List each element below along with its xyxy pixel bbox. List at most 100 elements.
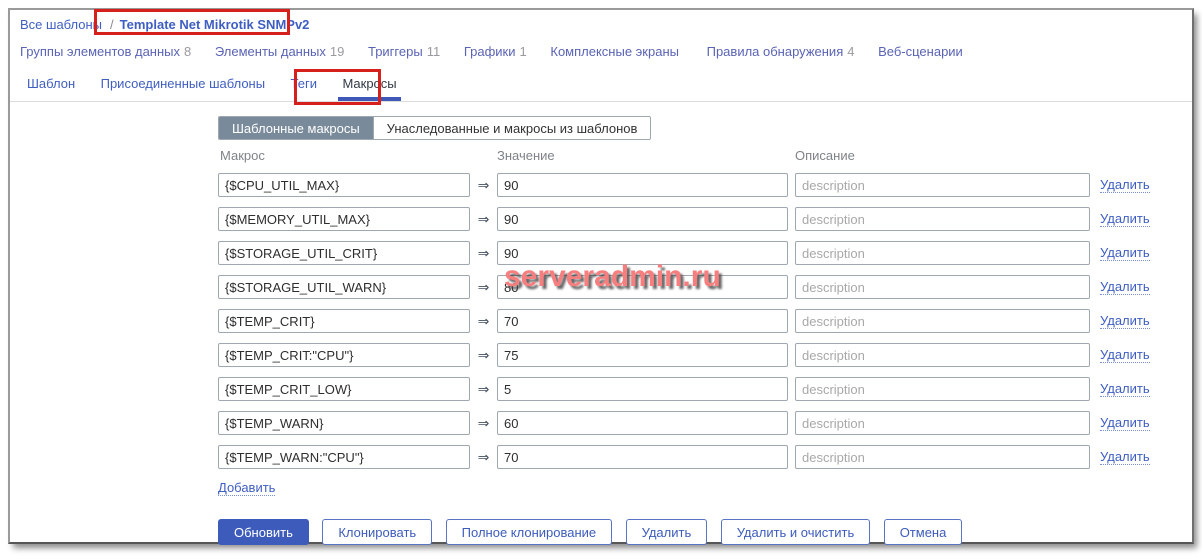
breadcrumb-all-templates-link[interactable]: Все шаблоны [20,17,102,32]
remove-macro-link[interactable]: Удалить [1100,245,1150,261]
nav-item-count: 19 [330,44,344,59]
macro-input[interactable] [218,275,470,299]
nav-item: Элементы данных 19 [215,44,344,59]
breadcrumb-template-name: Template Net Mikrotik SNMPv2 [120,17,310,32]
remove-macro-link[interactable]: Удалить [1100,381,1150,397]
macro-row: ⇒ Удалить [218,445,1150,469]
macro-input[interactable] [218,411,470,435]
macro-row: ⇒ Удалить [218,207,1150,231]
macro-value-input[interactable] [497,377,788,401]
macro-value-input[interactable] [497,411,788,435]
template-macros-toggle[interactable]: Шаблонные макросы [219,117,373,139]
nav-item: Веб-сценарии [878,44,967,59]
arrow-icon: ⇒ [470,245,497,262]
macro-description-input[interactable] [795,411,1090,435]
nav-item-link[interactable]: Комплексные экраны [550,44,679,59]
nav-item: Комплексные экраны [550,44,683,59]
tab[interactable]: Шаблон [25,72,77,101]
macro-row: ⇒ Удалить [218,275,1150,299]
macro-value-input[interactable] [497,275,788,299]
macro-value-input[interactable] [497,173,788,197]
nav-item-link[interactable]: Графики [464,44,516,59]
remove-macro-link[interactable]: Удалить [1100,415,1150,431]
macro-input[interactable] [218,173,470,197]
macro-value-input[interactable] [497,309,788,333]
nav-item: Группы элементов данных 8 [20,44,191,59]
tab[interactable]: Присоединенные шаблоны [99,72,267,101]
nav-item-link[interactable]: Триггеры [368,44,423,59]
macro-description-input[interactable] [795,275,1090,299]
add-macro-link[interactable]: Добавить [218,480,275,496]
arrow-icon: ⇒ [470,415,497,432]
inherited-macros-toggle[interactable]: Унаследованные и макросы из шаблонов [373,117,651,139]
nav-item-count: 8 [184,44,191,59]
macro-input[interactable] [218,377,470,401]
footer-button[interactable]: Клонировать [322,519,432,545]
template-config-window: Все шаблоны / Template Net Mikrotik SNMPv2… [8,8,1194,544]
macro-row: ⇒ Удалить [218,343,1150,367]
macro-description-input[interactable] [795,173,1090,197]
macro-value-input[interactable] [497,445,788,469]
macro-input[interactable] [218,309,470,333]
macro-input[interactable] [218,445,470,469]
footer-buttons: Обновить Клонировать Полное клонирование… [218,519,1150,545]
column-headers: Макрос Значение Описание [218,148,1150,163]
macro-row: ⇒ Удалить [218,377,1150,401]
arrow-icon: ⇒ [470,279,497,296]
footer-button[interactable]: Удалить [626,519,708,545]
macro-row: ⇒ Удалить [218,173,1150,197]
arrow-icon: ⇒ [470,381,497,398]
add-row: Добавить [218,479,1150,497]
macros-form: Шаблонные макросы Унаследованные и макро… [218,116,1150,545]
description-column-header: Описание [795,148,855,163]
remove-macro-link[interactable]: Удалить [1100,211,1150,227]
nav-item: Правила обнаружения4 [707,44,855,59]
arrow-icon: ⇒ [470,211,497,228]
macro-row: ⇒ Удалить [218,241,1150,265]
macro-description-input[interactable] [795,241,1090,265]
entity-nav: Группы элементов данных 8 Элементы данных… [20,44,987,59]
nav-item-count: 4 [847,44,854,59]
macro-rows: ⇒ Удалить ⇒ Удалить ⇒ Удалить ⇒ Удалить … [218,173,1150,469]
arrow-icon: ⇒ [470,449,497,466]
macro-value-input[interactable] [497,241,788,265]
footer-button[interactable]: Удалить и очистить [721,519,871,545]
remove-macro-link[interactable]: Удалить [1100,347,1150,363]
arrow-icon: ⇒ [470,313,497,330]
remove-macro-link[interactable]: Удалить [1100,177,1150,193]
macro-value-input[interactable] [497,343,788,367]
arrow-icon: ⇒ [470,177,497,194]
macro-description-input[interactable] [795,309,1090,333]
nav-item-link[interactable]: Элементы данных [215,44,326,59]
nav-item-count: 1 [520,44,527,59]
nav-item-link[interactable]: Веб-сценарии [878,44,963,59]
macros-type-toggle: Шаблонные макросы Унаследованные и макро… [218,116,651,140]
macro-row: ⇒ Удалить [218,411,1150,435]
macro-description-input[interactable] [795,377,1090,401]
remove-macro-link[interactable]: Удалить [1100,313,1150,329]
macro-description-input[interactable] [795,207,1090,231]
nav-item-count: 11 [427,44,441,59]
footer-button[interactable]: Полное клонирование [446,519,612,545]
remove-macro-link[interactable]: Удалить [1100,279,1150,295]
macro-input[interactable] [218,343,470,367]
footer-button[interactable]: Отмена [884,519,963,545]
macro-value-input[interactable] [497,207,788,231]
macro-description-input[interactable] [795,343,1090,367]
tab[interactable]: Теги [289,72,319,101]
tab-bar: Шаблон Присоединенные шаблоны Теги Макро… [10,72,1192,102]
nav-item-link[interactable]: Группы элементов данных [20,44,180,59]
macro-column-header: Макрос [220,148,265,163]
breadcrumb: Все шаблоны / Template Net Mikrotik SNMPv2 [20,16,309,34]
nav-item: Графики 1 [464,44,527,59]
nav-item-link[interactable]: Правила обнаружения [707,44,844,59]
value-column-header: Значение [497,148,555,163]
footer-button[interactable]: Обновить [218,519,309,545]
macro-description-input[interactable] [795,445,1090,469]
tab[interactable]: Макросы [340,72,398,101]
macro-input[interactable] [218,207,470,231]
remove-macro-link[interactable]: Удалить [1100,449,1150,465]
macro-input[interactable] [218,241,470,265]
breadcrumb-separator: / [110,17,114,32]
arrow-icon: ⇒ [470,347,497,364]
